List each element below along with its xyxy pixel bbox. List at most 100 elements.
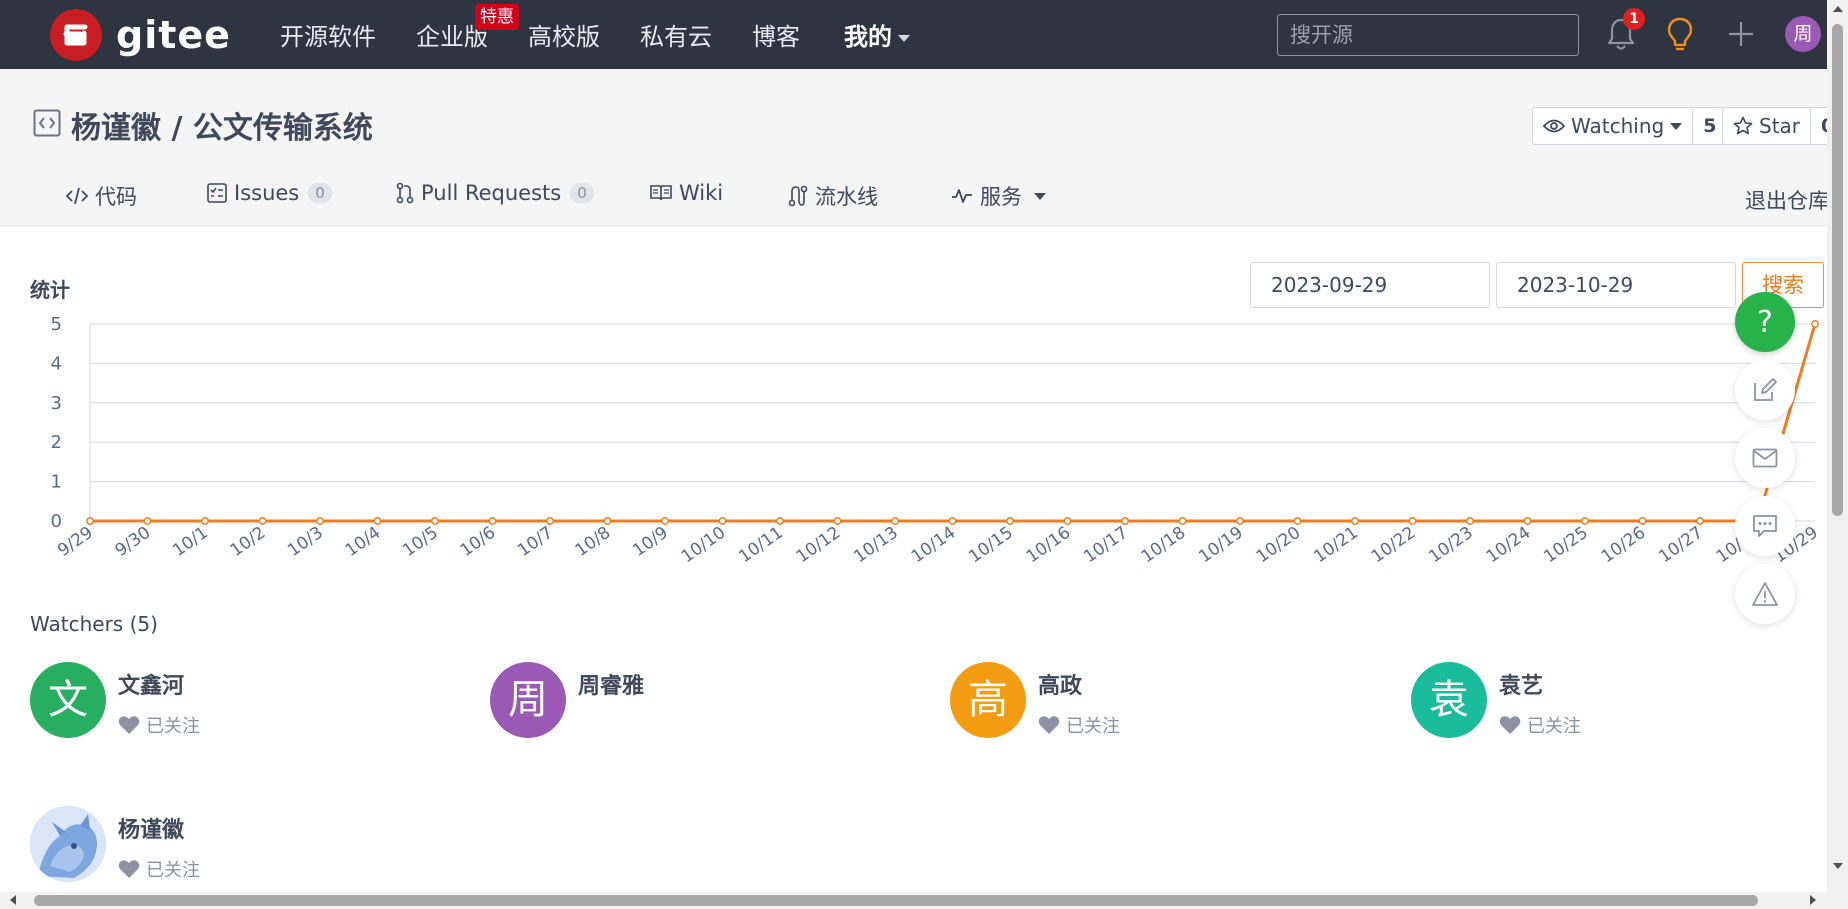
repo-title[interactable]: 杨谨徽 / 公文传输系统 (71, 103, 373, 147)
watcher-avatar[interactable]: 袁 (1411, 662, 1487, 738)
tab-pull-requests[interactable]: Pull Requests 0 (396, 181, 594, 205)
data-point (948, 517, 957, 525)
watch-label: Watching (1571, 114, 1665, 138)
x-tick-label: 10/5 (399, 523, 442, 561)
follow-status[interactable]: 已关注 (1038, 712, 1120, 738)
plus-icon[interactable] (1726, 19, 1756, 49)
horizontal-scrollbar[interactable] (0, 892, 1848, 909)
data-point (143, 517, 152, 525)
watcher-card[interactable]: 高 高政 已关注 (950, 662, 1120, 738)
data-point (431, 517, 439, 525)
tab-wiki-label: Wiki (679, 181, 724, 205)
exit-repo-link[interactable]: 退出仓库 (1745, 185, 1829, 215)
follow-status[interactable]: 已关注 (1499, 712, 1581, 738)
lightbulb-icon[interactable] (1665, 16, 1695, 52)
tab-services-label: 服务 (980, 185, 1022, 209)
y-tick-label: 0 (51, 511, 62, 532)
watcher-name[interactable]: 杨谨徽 (118, 812, 200, 844)
top-navbar: gitee 开源软件 企业版 高校版 私有云 博客 我的 特惠 1 周 (0, 0, 1827, 69)
x-tick-label: 10/6 (457, 523, 500, 561)
data-point (718, 517, 727, 525)
nav-private-cloud[interactable]: 私有云 (640, 17, 712, 52)
nav-university[interactable]: 高校版 (528, 17, 600, 52)
data-point (1063, 517, 1072, 525)
book-icon (650, 185, 672, 201)
mail-icon (1752, 448, 1778, 468)
watcher-avatar-image[interactable] (30, 806, 106, 882)
nav-blog[interactable]: 博客 (752, 17, 800, 52)
scroll-left-icon[interactable] (10, 895, 16, 905)
start-date-input[interactable] (1250, 262, 1490, 308)
watcher-name[interactable]: 高政 (1038, 668, 1120, 700)
follow-label: 已关注 (1066, 716, 1120, 737)
watcher-card[interactable]: 袁 袁艺 已关注 (1411, 662, 1581, 738)
tab-code[interactable]: 代码 (66, 181, 137, 211)
watcher-avatar[interactable]: 周 (490, 662, 566, 738)
x-tick-label: 10/18 (1138, 523, 1190, 567)
data-point (316, 517, 324, 525)
data-point (1466, 517, 1474, 525)
horizontal-scrollbar-thumb[interactable] (34, 895, 1758, 906)
data-point (1006, 517, 1014, 525)
y-tick-label: 4 (51, 353, 62, 374)
data-point (661, 517, 669, 525)
scroll-right-icon[interactable] (1810, 895, 1816, 905)
chat-button[interactable] (1735, 496, 1795, 556)
watcher-card[interactable]: 周 周睿雅 (490, 662, 644, 738)
x-tick-label: 9/30 (112, 523, 155, 561)
tab-issues[interactable]: Issues 0 (207, 181, 332, 205)
x-tick-label: 10/9 (629, 523, 672, 561)
search-input[interactable] (1277, 14, 1579, 56)
x-tick-label: 10/15 (965, 523, 1017, 567)
vertical-scrollbar[interactable] (1827, 0, 1848, 892)
watcher-avatar[interactable]: 高 (950, 662, 1026, 738)
data-point (86, 517, 94, 525)
scroll-down-icon[interactable] (1833, 863, 1843, 869)
watcher-name[interactable]: 袁艺 (1499, 668, 1581, 700)
heart-icon (118, 716, 140, 734)
x-tick-label: 10/10 (678, 523, 730, 567)
x-tick-label: 10/22 (1368, 523, 1420, 567)
nav-open-source[interactable]: 开源软件 (280, 17, 376, 52)
report-button[interactable] (1735, 564, 1795, 624)
data-point (1236, 517, 1244, 525)
watcher-name[interactable]: 文鑫河 (118, 668, 200, 700)
follow-status[interactable]: 已关注 (118, 856, 200, 882)
scroll-up-icon[interactable] (1833, 6, 1843, 12)
tab-wiki[interactable]: Wiki (650, 181, 723, 205)
tab-services[interactable]: 服务 (951, 181, 1046, 211)
tab-issues-label: Issues (234, 181, 300, 205)
warning-icon (1752, 582, 1778, 606)
follow-status[interactable]: 已关注 (118, 712, 200, 738)
data-point (1351, 517, 1359, 525)
watch-button[interactable]: Watching (1533, 108, 1694, 144)
nav-mine[interactable]: 我的 (844, 17, 910, 52)
tab-pull-requests-label: Pull Requests (421, 181, 562, 205)
data-point (1581, 517, 1589, 525)
end-date-input[interactable] (1496, 262, 1736, 308)
pull-request-icon (396, 182, 414, 204)
tab-pipeline[interactable]: 流水线 (788, 181, 878, 211)
pull-requests-count-badge: 0 (570, 183, 594, 203)
help-button[interactable]: ? (1735, 292, 1795, 352)
chevron-down-icon (1670, 122, 1683, 130)
heart-icon (118, 860, 140, 878)
data-point (1811, 320, 1819, 328)
user-avatar[interactable]: 周 (1785, 16, 1821, 52)
gitee-logo[interactable]: gitee (50, 9, 231, 61)
x-tick-label: 10/2 (227, 523, 270, 561)
watcher-avatar[interactable]: 文 (30, 662, 106, 738)
edit-feedback-button[interactable] (1735, 360, 1795, 420)
heart-icon (1038, 716, 1060, 734)
data-point (891, 517, 899, 525)
watcher-card[interactable]: 文 文鑫河 已关注 (30, 662, 200, 738)
watcher-card[interactable]: 杨谨徽 已关注 (30, 806, 200, 882)
vertical-scrollbar-thumb[interactable] (1832, 24, 1843, 516)
data-point (488, 517, 497, 525)
watcher-name[interactable]: 周睿雅 (578, 668, 644, 700)
mail-button[interactable] (1735, 428, 1795, 488)
data-point (258, 517, 267, 525)
issues-icon (207, 183, 227, 203)
data-point (833, 517, 842, 525)
star-button[interactable]: Star (1723, 108, 1812, 144)
